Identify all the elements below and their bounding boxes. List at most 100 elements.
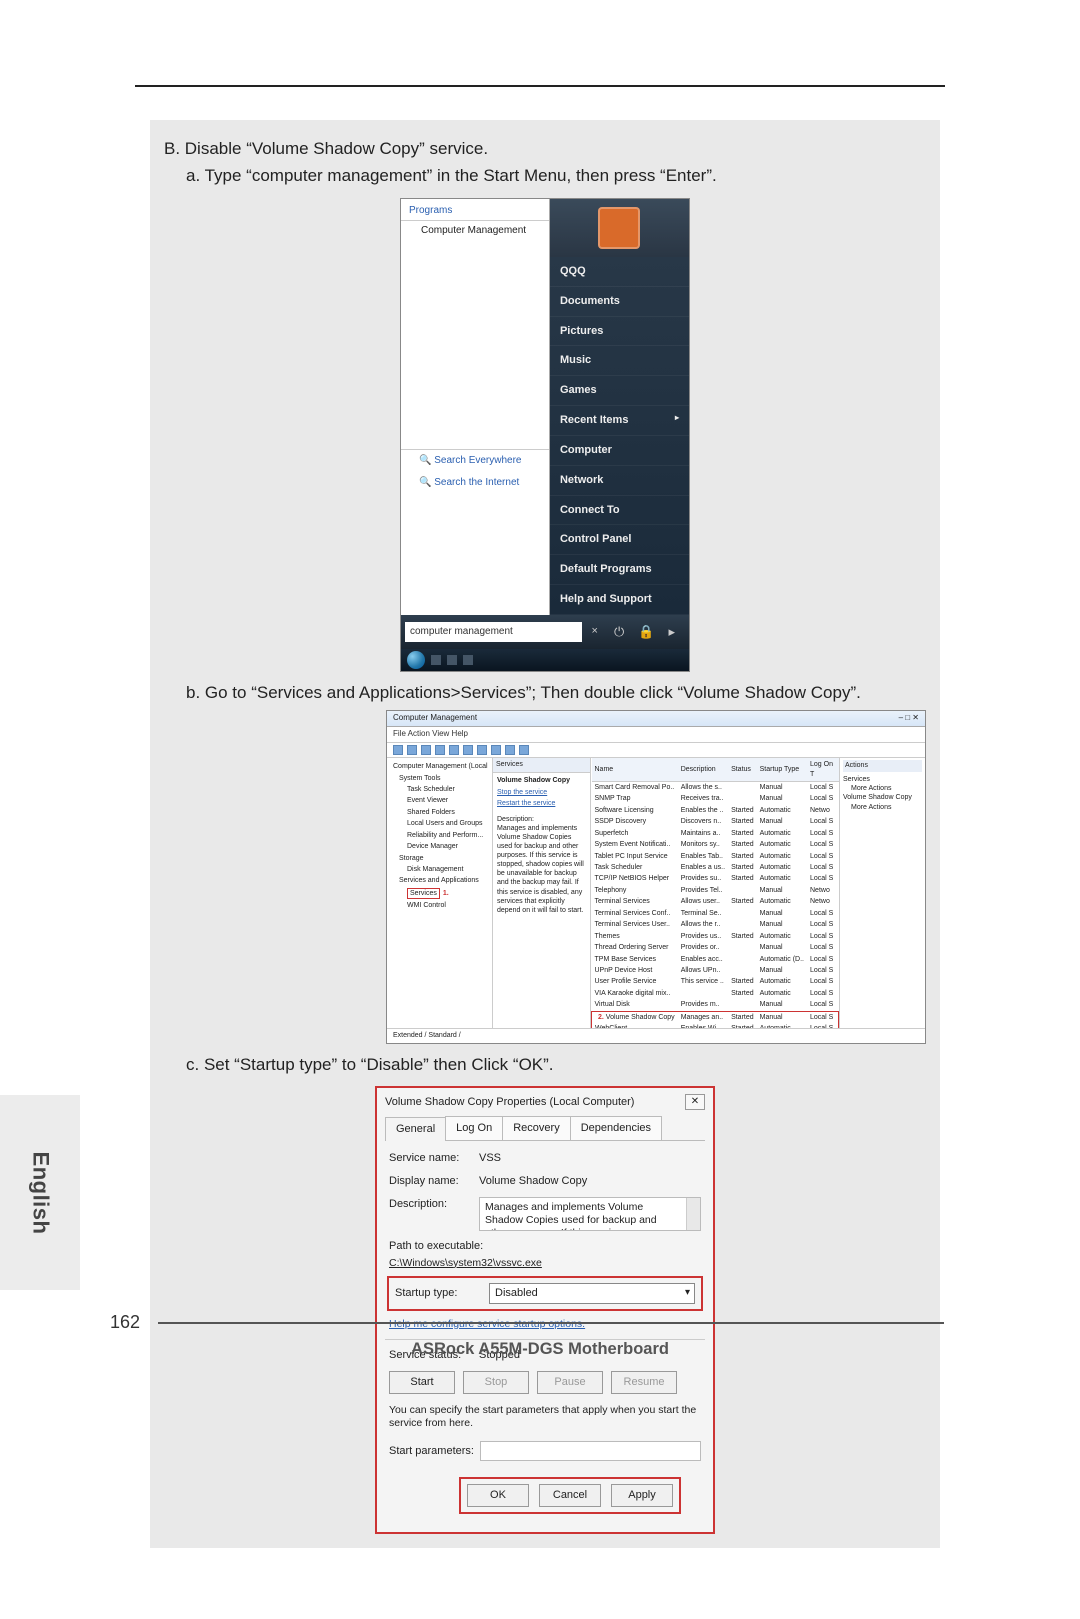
scrollbar[interactable] [686,1198,700,1230]
step-b-text: b. Go to “Services and Applications>Serv… [186,682,926,705]
service-row[interactable]: Terminal ServicesAllows user..StartedAut… [592,896,839,907]
search-internet[interactable]: 🔍 Search the Internet [401,472,549,494]
startmenu-right-item[interactable]: Games [550,376,689,406]
service-row[interactable]: SSDP DiscoveryDiscovers n..StartedManual… [592,816,839,827]
service-row[interactable]: Terminal Services Conf..Terminal Se..Man… [592,908,839,919]
content-area: B. Disable “Volume Shadow Copy” service.… [150,120,940,1548]
power-lock-row: ⏻ 🔒 ▸ [604,619,685,645]
tab-recovery[interactable]: Recovery [502,1116,570,1140]
startmenu-right-item[interactable]: Music [550,346,689,376]
step-a-text: a. Type “computer management” in the Sta… [186,165,926,188]
service-row[interactable]: SNMP TrapReceives tra..ManualLocal S [592,793,839,804]
restart-service-link[interactable]: Restart the service [497,799,586,808]
figure-start-menu: Programs Computer Management 🔍 Search Ev… [400,198,690,672]
startup-type-label: Startup type: [395,1286,479,1301]
services-list[interactable]: NameDescriptionStatusStartup TypeLog On … [591,758,839,1028]
startmenu-right-item[interactable]: Network [550,466,689,496]
arrow-icon[interactable]: ▸ [668,623,675,641]
cmgmt-view-tabs[interactable]: Extended / Standard / [387,1028,925,1042]
search-everywhere[interactable]: 🔍 Search Everywhere [401,449,549,472]
column-header[interactable]: Log On T [807,758,839,781]
taskbar [401,649,689,671]
service-name-value: VSS [479,1151,701,1166]
tree-services-highlight[interactable]: Services1. [389,887,490,900]
column-header[interactable]: Description [678,758,728,781]
startmenu-right-item[interactable]: Documents [550,287,689,317]
service-row[interactable]: TPM Base ServicesEnables acc..Automatic … [592,954,839,965]
tab-dependencies[interactable]: Dependencies [570,1116,662,1140]
service-row[interactable]: ThemesProvides us..StartedAutomaticLocal… [592,931,839,942]
startmenu-search-bar: computer management × ⏻ 🔒 ▸ [401,615,689,649]
startmenu-right-item[interactable]: Connect To [550,496,689,526]
power-icon[interactable]: ⏻ [614,623,624,641]
startmenu-right-item[interactable]: Pictures [550,317,689,347]
service-row[interactable]: WebClientEnables Wi..StartedAutomaticLoc… [592,1023,839,1028]
startmenu-right-pane: QQQDocumentsPicturesMusicGamesRecent Ite… [550,199,689,615]
tab-logon[interactable]: Log On [445,1116,503,1140]
service-row[interactable]: VIA Karaoke digital mix..StartedAutomati… [592,988,839,999]
startmenu-left-pane: Programs Computer Management 🔍 Search Ev… [401,199,550,615]
cmgmt-menubar[interactable]: File Action View Help [387,727,925,743]
path-value: C:\Windows\system32\vssvc.exe [389,1256,701,1270]
start-parameters-input[interactable] [480,1441,701,1461]
language-label: English [27,1151,53,1234]
ok-button[interactable]: OK [467,1484,529,1507]
cmgmt-tree[interactable]: Computer Management (Local System Tools … [387,758,493,1028]
service-row[interactable]: User Profile ServiceThis service ..Start… [592,976,839,987]
startmenu-right-item[interactable]: Control Panel [550,525,689,555]
startmenu-right-item[interactable]: Help and Support [550,585,689,615]
service-row[interactable]: 2. Volume Shadow CopyManages an..Started… [592,1011,839,1023]
close-icon[interactable]: ✕ [685,1094,705,1110]
start-parameters-note: You can specify the start parameters tha… [389,1404,701,1431]
dialog-footer-highlight: OK Cancel Apply [459,1477,681,1514]
service-row[interactable]: TelephonyProvides Tel..ManualNetwo [592,885,839,896]
display-name-value: Volume Shadow Copy [479,1174,701,1189]
user-avatar [550,199,689,257]
service-row[interactable]: Software LicensingEnables the ..StartedA… [592,805,839,816]
resume-button[interactable]: Resume [611,1371,677,1394]
service-row[interactable]: UPnP Device HostAllows UPn..ManualLocal … [592,965,839,976]
startmenu-right-item[interactable]: QQQ [550,257,689,287]
column-header[interactable]: Name [592,758,678,781]
program-computer-management[interactable]: Computer Management [401,221,549,239]
start-orb-icon[interactable] [407,651,425,669]
service-row[interactable]: TCP/IP NetBIOS HelperProvides su..Starte… [592,873,839,884]
actions-pane: Actions Services More Actions Volume Sha… [839,758,925,1028]
props-titlebar: Volume Shadow Copy Properties (Local Com… [377,1088,713,1116]
props-tabs: General Log On Recovery Dependencies [385,1116,705,1141]
taskbar-item [463,655,473,665]
column-header[interactable]: Status [728,758,757,781]
service-row[interactable]: Virtual DiskProvides m..ManualLocal S [592,999,839,1011]
service-row[interactable]: Smart Card Removal Po..Allows the s..Man… [592,781,839,793]
startup-type-select[interactable]: Disabled [489,1283,695,1304]
startmenu-right-item[interactable]: Recent Items▸ [550,406,689,436]
clear-search-icon[interactable]: × [586,624,604,639]
column-header[interactable]: Startup Type [757,758,807,781]
startmenu-right-item[interactable]: Default Programs [550,555,689,585]
footer-product-name: ASRock A55M-DGS Motherboard [0,1340,1080,1359]
stop-service-link[interactable]: Stop the service [497,788,586,797]
cancel-button[interactable]: Cancel [539,1484,601,1507]
display-name-label: Display name: [389,1174,479,1189]
service-row[interactable]: SuperfetchMaintains a..StartedAutomaticL… [592,828,839,839]
figure-service-properties: Volume Shadow Copy Properties (Local Com… [375,1086,715,1533]
service-row[interactable]: Task SchedulerEnables a us..StartedAutom… [592,862,839,873]
start-button[interactable]: Start [389,1371,455,1394]
stop-button[interactable]: Stop [463,1371,529,1394]
language-side-tab: English [0,1095,80,1290]
window-controls[interactable]: – □ ✕ [899,713,919,724]
startmenu-right-item[interactable]: Computer [550,436,689,466]
apply-button[interactable]: Apply [611,1484,673,1507]
cmgmt-toolbar[interactable] [387,743,925,758]
search-input[interactable]: computer management [405,622,582,642]
service-row[interactable]: Terminal Services User..Allows the r..Ma… [592,919,839,930]
service-row[interactable]: Thread Ordering ServerProvides or..Manua… [592,942,839,953]
taskbar-item [447,655,457,665]
service-row[interactable]: Tablet PC Input ServiceEnables Tab..Star… [592,851,839,862]
tab-general[interactable]: General [385,1117,446,1141]
service-description-pane: Services Volume Shadow Copy Stop the ser… [493,758,591,1028]
service-row[interactable]: System Event Notificati..Monitors sy..St… [592,839,839,850]
lock-icon[interactable]: 🔒 [638,623,654,641]
pause-button[interactable]: Pause [537,1371,603,1394]
header-rule [135,85,945,87]
